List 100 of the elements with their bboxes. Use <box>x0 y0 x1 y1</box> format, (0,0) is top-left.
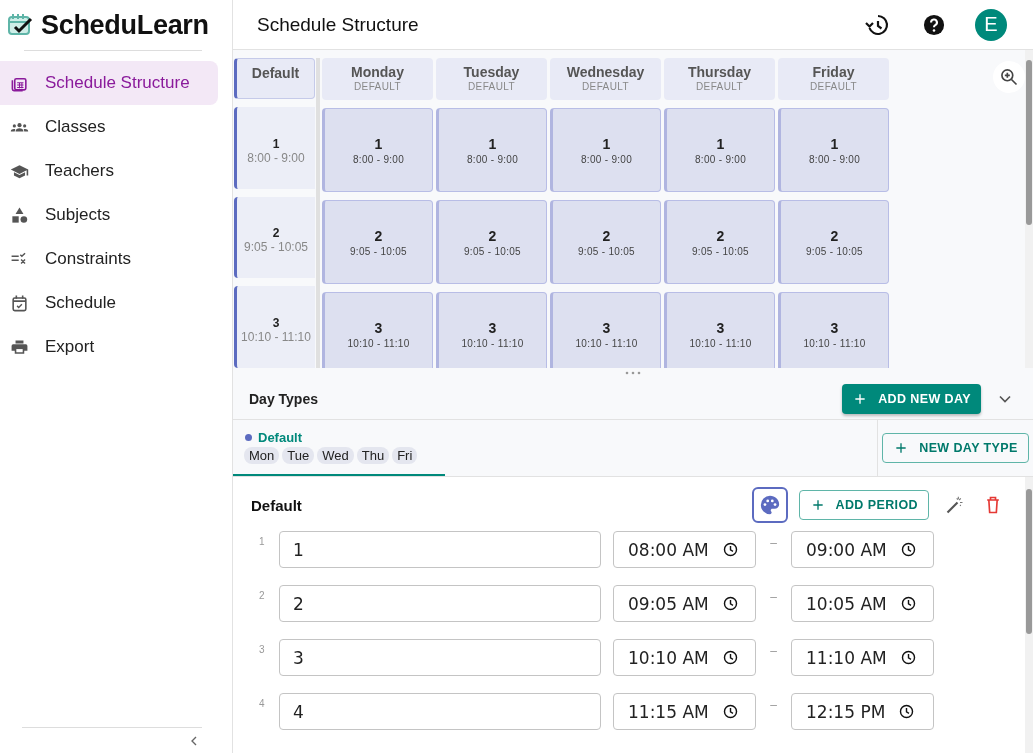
period-cell[interactable]: 1 8:00 - 9:00 <box>436 108 547 192</box>
app-logo-text: ScheduLearn <box>41 9 209 41</box>
period-time: 10:10 - 11:10 <box>347 337 410 349</box>
period-time: 8:00 - 9:00 <box>466 153 519 165</box>
time-field[interactable]: 12:15 PM <box>791 693 934 730</box>
clock-icon <box>721 703 739 720</box>
day-name: Monday <box>351 64 404 80</box>
period-number: 3 <box>272 316 280 331</box>
time-field[interactable]: 10:10 AM <box>613 639 756 676</box>
time-field[interactable]: 10:05 AM <box>791 585 934 622</box>
period-name-field[interactable]: 3 <box>279 639 601 676</box>
sidebar-item[interactable]: Schedule <box>0 281 218 325</box>
time-range-separator: – <box>769 589 778 604</box>
period-number: 3 <box>374 319 383 336</box>
period-cell[interactable]: 2 9:05 - 10:05 <box>550 200 661 284</box>
period-cell[interactable]: 1 8:00 - 9:00 <box>550 108 661 192</box>
clock-icon <box>899 595 917 612</box>
day-name: Thursday <box>688 64 751 80</box>
drag-handle-icon[interactable] <box>625 371 641 375</box>
time-field[interactable]: 11:10 AM <box>791 639 934 676</box>
period-time: 9:05 - 10:05 <box>464 245 521 257</box>
period-cell[interactable]: 2 9:05 - 10:05 <box>778 200 889 284</box>
period-time: 10:10 - 11:10 <box>689 337 752 349</box>
time-field[interactable]: 09:00 AM <box>791 531 934 568</box>
day-type-name: Default <box>258 430 303 445</box>
period-cell[interactable]: 1 8:00 - 9:00 <box>322 108 433 192</box>
clock-icon <box>898 703 916 720</box>
period-number: 2 <box>716 227 725 244</box>
add-period-button[interactable]: ADD PERIOD <box>798 490 929 520</box>
time-range-separator: – <box>769 535 778 550</box>
user-avatar[interactable]: E <box>975 8 1007 41</box>
section-title: Day Types <box>249 390 319 407</box>
period-name-field[interactable]: 2 <box>279 585 601 622</box>
period-number: 2 <box>272 226 280 241</box>
color-palette-button[interactable] <box>751 487 788 523</box>
period-name-field[interactable]: 4 <box>279 693 601 730</box>
period-cell[interactable]: 2 9:05 - 10:05 <box>436 200 547 284</box>
period-number: 1 <box>830 135 839 152</box>
day-type-tab[interactable]: Default Mon Tue Wed Thu Fri <box>233 420 445 476</box>
period-time: 9:05 - 10:05 <box>350 245 407 257</box>
sidebar-item[interactable]: Export <box>0 325 218 369</box>
period-cell[interactable]: 1 8:00 - 9:00 <box>664 108 775 192</box>
day-chip: Tue <box>282 447 315 464</box>
zoom-in-button[interactable] <box>993 61 1025 93</box>
period-cell[interactable]: 3 10:10 - 11:10 <box>322 292 433 368</box>
clock-icon <box>899 649 917 666</box>
period-time: 9:05 - 10:05 <box>243 240 309 255</box>
period-time: 8:00 - 9:00 <box>694 153 747 165</box>
time-field[interactable]: 08:00 AM <box>613 531 756 568</box>
period-number: 1 <box>272 136 280 151</box>
help-icon[interactable] <box>923 13 945 36</box>
period-cell[interactable]: 3 10:10 - 11:10 <box>550 292 661 368</box>
shapes-icon <box>10 205 29 225</box>
history-icon[interactable] <box>865 12 889 37</box>
period-number: 2 <box>374 227 383 244</box>
clock-icon <box>899 541 917 558</box>
day-chip: Thu <box>356 447 390 464</box>
period-cell[interactable]: 2 9:05 - 10:05 <box>322 200 433 284</box>
add-new-day-button[interactable]: ADD NEW DAY <box>842 383 981 414</box>
time-range-separator: – <box>769 643 778 658</box>
scrollbar[interactable] <box>1025 477 1033 753</box>
day-type-label: DEFAULT <box>581 81 630 92</box>
period-time: 10:10 - 11:10 <box>241 330 311 345</box>
scrollbar[interactable] <box>1025 50 1033 368</box>
palette-icon <box>758 494 781 516</box>
sidebar-item[interactable]: Subjects <box>0 193 218 237</box>
sidebar-item[interactable]: Teachers <box>0 149 218 193</box>
zoom-in-icon <box>999 67 1019 87</box>
sidebar-item[interactable]: Classes <box>0 105 218 149</box>
period-index: 4 <box>259 697 266 709</box>
sidebar-item[interactable]: Schedule Structure <box>0 61 218 105</box>
period-cell[interactable]: 2 9:05 - 10:05 <box>664 200 775 284</box>
time-range-separator: – <box>769 697 778 712</box>
calendar-check-icon <box>10 293 29 313</box>
period-cell[interactable]: 3 10:10 - 11:10 <box>436 292 547 368</box>
time-field[interactable]: 09:05 AM <box>613 585 756 622</box>
new-day-type-button[interactable]: NEW DAY TYPE <box>882 433 1029 463</box>
time-field[interactable]: 11:15 AM <box>613 693 756 730</box>
period-time: 9:05 - 10:05 <box>806 245 863 257</box>
page-title: Schedule Structure <box>257 13 420 36</box>
period-number: 3 <box>602 319 611 336</box>
period-number: 3 <box>488 319 497 336</box>
period-name-field[interactable]: 1 <box>279 531 601 568</box>
period-number: 1 <box>602 135 611 152</box>
magic-wand-icon[interactable] <box>945 495 965 515</box>
period-number: 1 <box>716 135 725 152</box>
day-type-label: DEFAULT <box>695 81 744 92</box>
period-time: 8:00 - 9:00 <box>247 150 305 165</box>
period-cell[interactable]: 1 8:00 - 9:00 <box>778 108 889 192</box>
sidebar-item[interactable]: Constraints <box>0 237 218 281</box>
period-number: 3 <box>716 319 725 336</box>
period-cell[interactable]: 3 10:10 - 11:10 <box>664 292 775 368</box>
period-cell[interactable]: 3 10:10 - 11:10 <box>778 292 889 368</box>
printer-icon <box>10 337 29 357</box>
period-number: 2 <box>602 227 611 244</box>
period-index: 1 <box>259 535 266 547</box>
day-name: Friday <box>812 64 855 80</box>
period-number: 3 <box>830 319 839 336</box>
day-type-label: DEFAULT <box>809 81 858 92</box>
period-time: 8:00 - 9:00 <box>352 153 405 165</box>
